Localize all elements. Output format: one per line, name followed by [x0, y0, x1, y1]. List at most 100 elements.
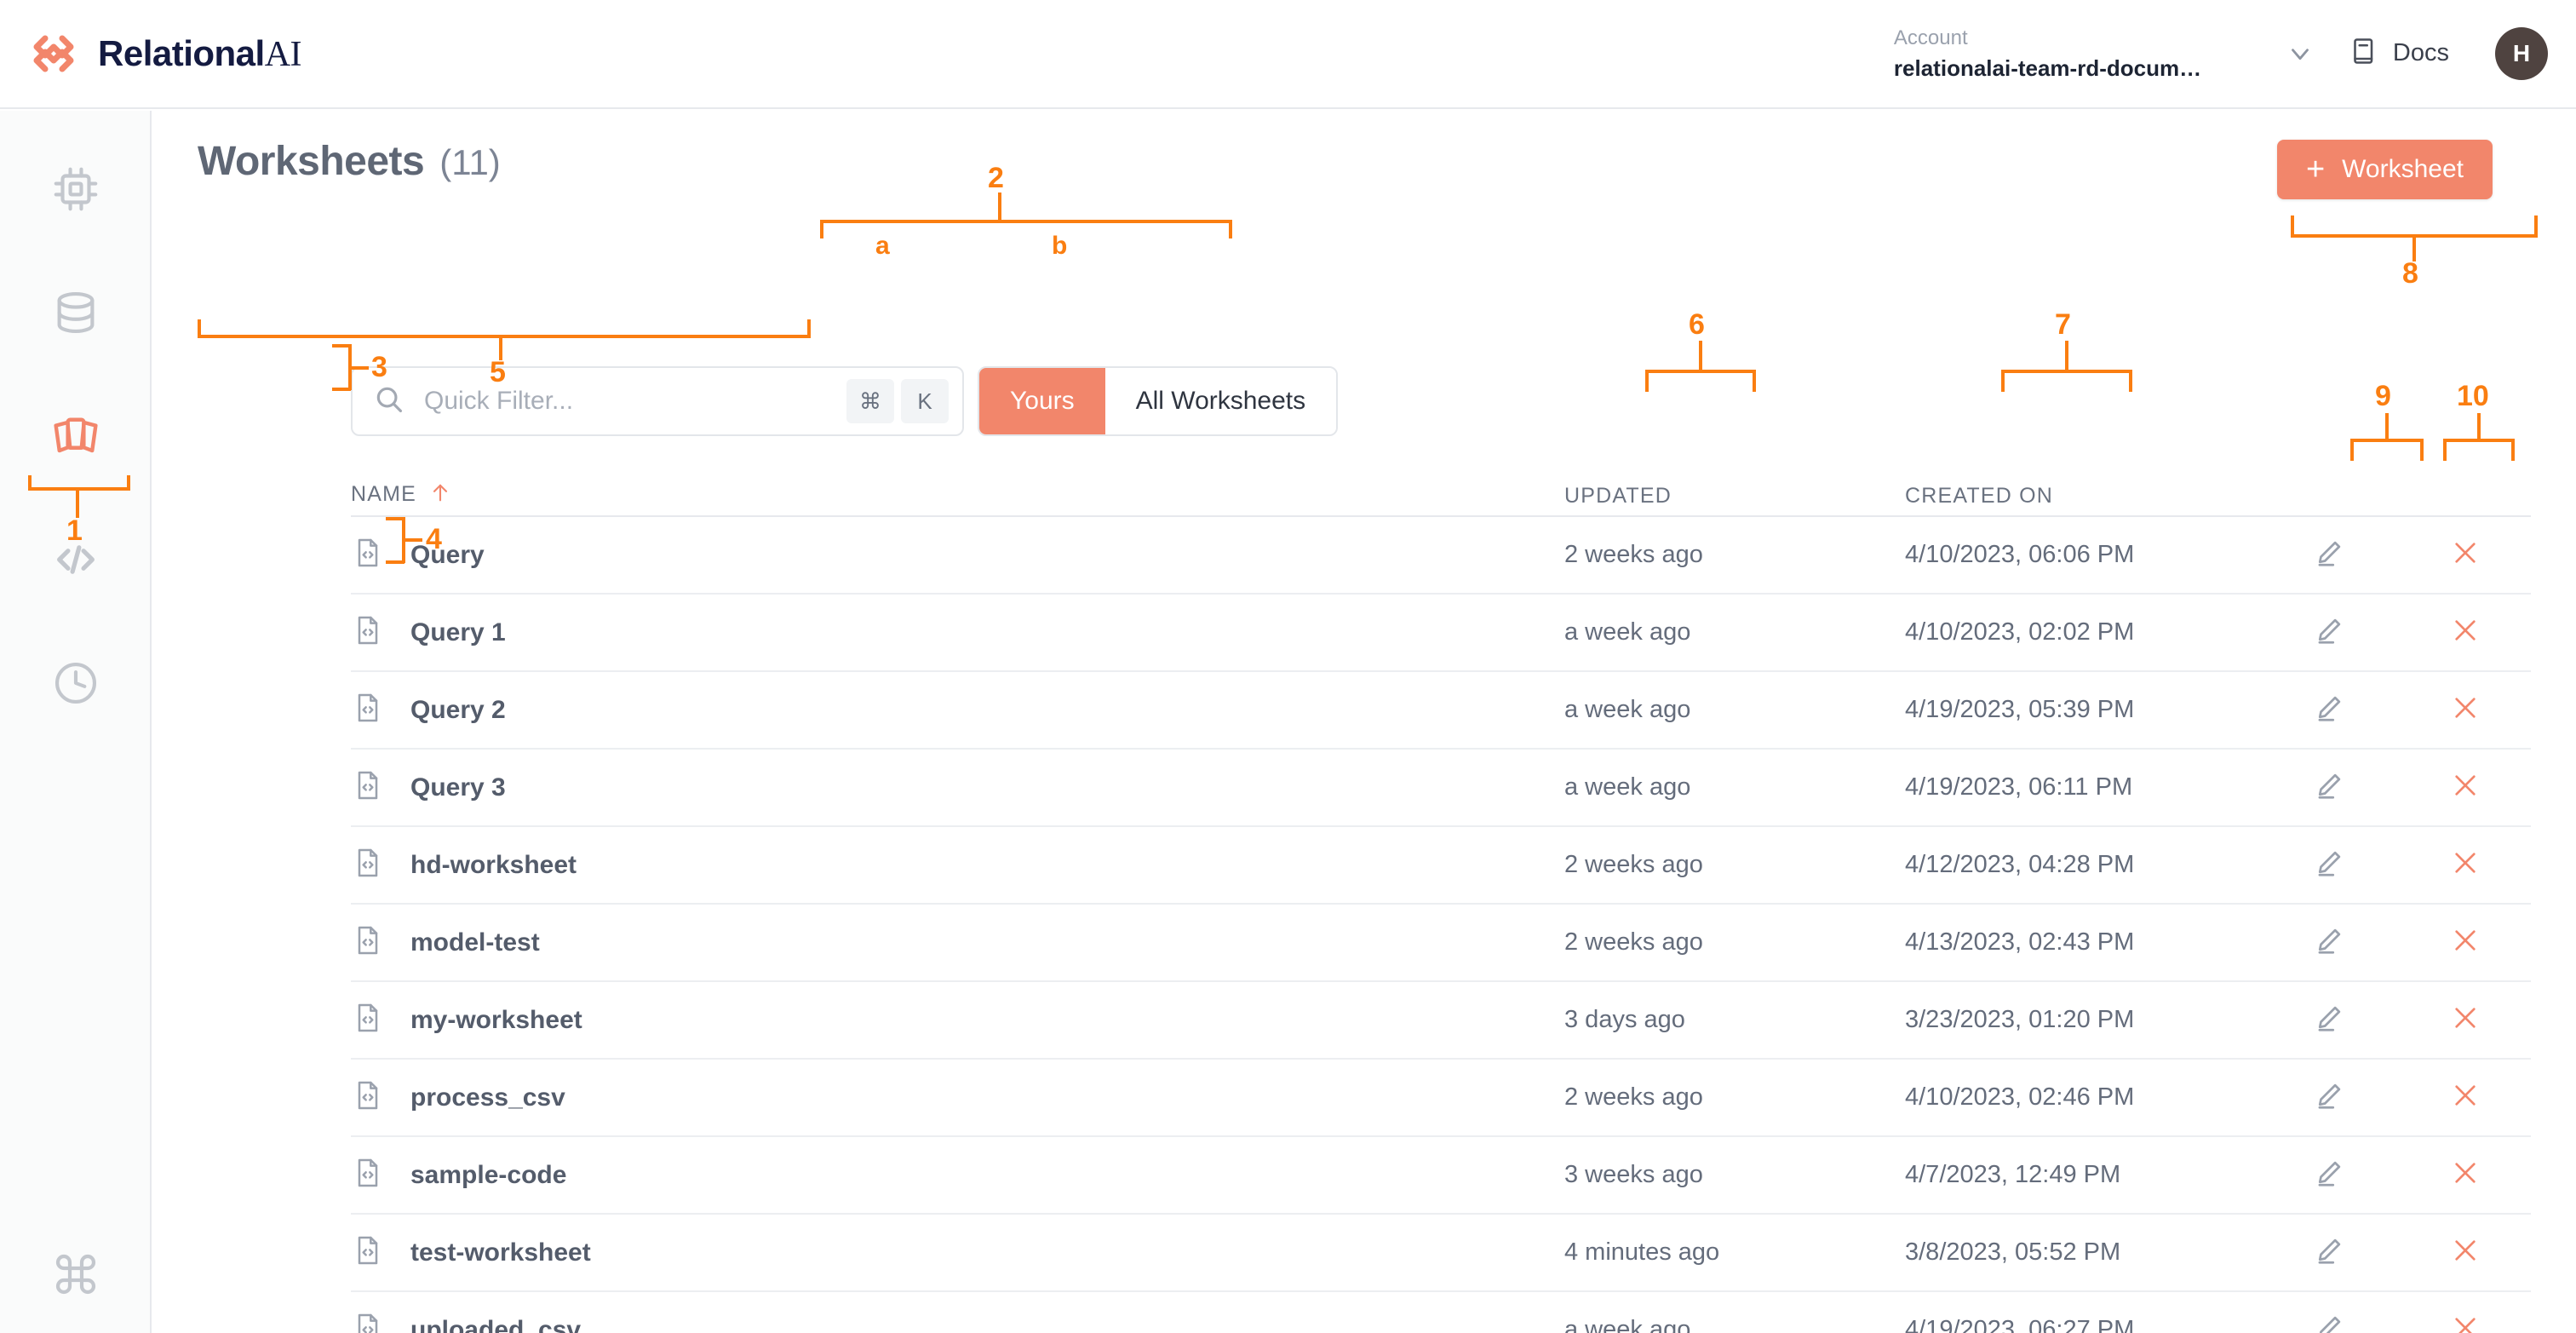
table-row[interactable]: Query 3 a week ago 4/19/2023, 06:11 PM — [351, 750, 2531, 827]
edit-worksheet-button[interactable] — [2258, 1312, 2399, 1333]
sidebar-item-command-palette[interactable] — [0, 1250, 152, 1302]
edit-worksheet-button[interactable] — [2258, 769, 2399, 806]
worksheet-name: uploaded_csv — [410, 1315, 582, 1333]
edit-worksheet-button[interactable] — [2258, 537, 2399, 573]
edit-worksheet-button[interactable] — [2258, 924, 2399, 961]
delete-worksheet-button[interactable] — [2399, 847, 2531, 883]
delete-worksheet-button[interactable] — [2399, 1079, 2531, 1116]
search-input[interactable] — [424, 387, 840, 416]
docs-link[interactable]: Docs — [2349, 36, 2449, 71]
worksheet-updated: a week ago — [1564, 1316, 1691, 1333]
scope-toggle-group: Yours All Worksheets — [978, 366, 1339, 436]
delete-worksheet-button[interactable] — [2399, 1157, 2531, 1193]
close-x-icon — [2449, 1312, 2481, 1333]
worksheet-updated: 3 weeks ago — [1564, 1161, 1703, 1188]
quick-filter[interactable]: ⌘ K — [351, 366, 964, 436]
edit-worksheet-button[interactable] — [2258, 692, 2399, 728]
delete-worksheet-button[interactable] — [2399, 614, 2531, 651]
delete-worksheet-button[interactable] — [2399, 692, 2531, 728]
worksheet-name-cell[interactable]: model-test — [351, 923, 1564, 962]
worksheet-name: model-test — [410, 928, 540, 957]
worksheet-updated: a week ago — [1564, 696, 1691, 723]
worksheet-file-icon — [351, 1233, 385, 1272]
worksheet-updated: 2 weeks ago — [1564, 1083, 1703, 1111]
worksheet-name-cell[interactable]: Query 2 — [351, 691, 1564, 729]
worksheet-name-cell[interactable]: hd-worksheet — [351, 846, 1564, 884]
worksheet-name: Query 2 — [410, 695, 506, 724]
pencil-icon — [2313, 1079, 2345, 1116]
table-row[interactable]: Query 2 weeks ago 4/10/2023, 06:06 PM — [351, 517, 2531, 595]
table-row[interactable]: hd-worksheet 2 weeks ago 4/12/2023, 04:28 … — [351, 827, 2531, 905]
worksheet-name-cell[interactable]: sample-code — [351, 1156, 1564, 1194]
table-row[interactable]: sample-code 3 weeks ago 4/7/2023, 12:49 PM — [351, 1137, 2531, 1215]
delete-worksheet-button[interactable] — [2399, 1234, 2531, 1271]
worksheet-count: (11) — [439, 142, 501, 182]
sidebar-item-code[interactable] — [0, 500, 152, 623]
worksheet-name-cell[interactable]: my-worksheet — [351, 1001, 1564, 1039]
brand-logo[interactable]: RelationalAI — [28, 28, 302, 79]
delete-worksheet-button[interactable] — [2399, 769, 2531, 806]
worksheet-name-cell[interactable]: Query — [351, 536, 1564, 574]
worksheet-name-cell[interactable]: Query 1 — [351, 613, 1564, 652]
worksheet-name-cell[interactable]: test-worksheet — [351, 1233, 1564, 1272]
sidebar-item-database[interactable] — [0, 253, 152, 376]
toggle-yours[interactable]: Yours — [979, 368, 1105, 434]
worksheet-name-cell[interactable]: process_csv — [351, 1078, 1564, 1117]
delete-worksheet-button[interactable] — [2399, 924, 2531, 961]
chevron-down-icon[interactable] — [2286, 39, 2315, 68]
close-x-icon — [2449, 537, 2481, 573]
sidebar-item-worksheets[interactable] — [0, 376, 152, 500]
table-row[interactable]: uploaded_csv a week ago 4/19/2023, 06:27 P… — [351, 1292, 2531, 1333]
column-header-created-on[interactable]: CREATED ON — [1905, 484, 2258, 508]
table-row[interactable]: Query 2 a week ago 4/19/2023, 05:39 PM — [351, 672, 2531, 750]
worksheet-file-icon — [351, 1311, 385, 1333]
worksheet-updated: a week ago — [1564, 618, 1691, 646]
worksheet-created-on: 3/23/2023, 01:20 PM — [1905, 1006, 2135, 1033]
main-content: Worksheets (11) + Worksheet ⌘ K Yours Al… — [153, 111, 2576, 1333]
column-header-updated[interactable]: UPDATED — [1564, 484, 1905, 508]
shortcut-modifier-key[interactable]: ⌘ — [846, 379, 894, 423]
close-x-icon — [2449, 769, 2481, 806]
history-clock-icon — [49, 657, 102, 714]
worksheet-updated: 2 weeks ago — [1564, 541, 1703, 568]
worksheet-name: test-worksheet — [410, 1238, 591, 1267]
sidebar-item-history[interactable] — [0, 623, 152, 747]
table-row[interactable]: my-worksheet 3 days ago 3/23/2023, 01:20 P… — [351, 982, 2531, 1060]
delete-worksheet-button[interactable] — [2399, 1002, 2531, 1038]
new-worksheet-button[interactable]: + Worksheet — [2276, 140, 2493, 199]
page-title: Worksheets — [198, 139, 425, 184]
delete-worksheet-button[interactable] — [2399, 1312, 2531, 1333]
shortcut-letter-key[interactable]: K — [901, 379, 949, 423]
command-icon — [52, 1250, 100, 1302]
worksheet-updated: 4 minutes ago — [1564, 1238, 1720, 1266]
worksheet-name-cell[interactable]: Query 3 — [351, 768, 1564, 807]
worksheet-name: process_csv — [410, 1083, 565, 1112]
delete-worksheet-button[interactable] — [2399, 537, 2531, 573]
toggle-all-worksheets[interactable]: All Worksheets — [1104, 368, 1337, 434]
worksheet-created-on: 3/8/2023, 05:52 PM — [1905, 1238, 2121, 1266]
table-row[interactable]: test-worksheet 4 minutes ago 3/8/2023, 05:… — [351, 1215, 2531, 1292]
table-row[interactable]: process_csv 2 weeks ago 4/10/2023, 02:46 P… — [351, 1060, 2531, 1137]
app-root: RelationalAI Account relationalai-team-r… — [0, 0, 2576, 1333]
worksheet-file-icon — [351, 846, 385, 884]
close-x-icon — [2449, 1157, 2481, 1193]
edit-worksheet-button[interactable] — [2258, 1079, 2399, 1116]
avatar-initial: H — [2512, 39, 2531, 66]
edit-worksheet-button[interactable] — [2258, 1157, 2399, 1193]
table-row[interactable]: model-test 2 weeks ago 4/13/2023, 02:43 PM — [351, 905, 2531, 982]
close-x-icon — [2449, 847, 2481, 883]
column-header-name[interactable]: NAME — [351, 480, 1564, 508]
docs-label: Docs — [2392, 39, 2449, 67]
edit-worksheet-button[interactable] — [2258, 614, 2399, 651]
worksheets-table: NAME UPDATED CREATED ON Query 2 weeks ago… — [351, 464, 2531, 1333]
avatar[interactable]: H — [2495, 26, 2548, 80]
worksheet-name-cell[interactable]: uploaded_csv — [351, 1311, 1564, 1333]
top-bar: RelationalAI Account relationalai-team-r… — [0, 0, 2576, 109]
edit-worksheet-button[interactable] — [2258, 847, 2399, 883]
account-selector[interactable]: Account relationalai-team-rd-docum… — [1894, 24, 2260, 83]
table-row[interactable]: Query 1 a week ago 4/10/2023, 02:02 PM — [351, 595, 2531, 672]
edit-worksheet-button[interactable] — [2258, 1002, 2399, 1038]
table-header-row: NAME UPDATED CREATED ON — [351, 464, 2531, 517]
edit-worksheet-button[interactable] — [2258, 1234, 2399, 1271]
sidebar-item-compute[interactable] — [0, 129, 152, 253]
